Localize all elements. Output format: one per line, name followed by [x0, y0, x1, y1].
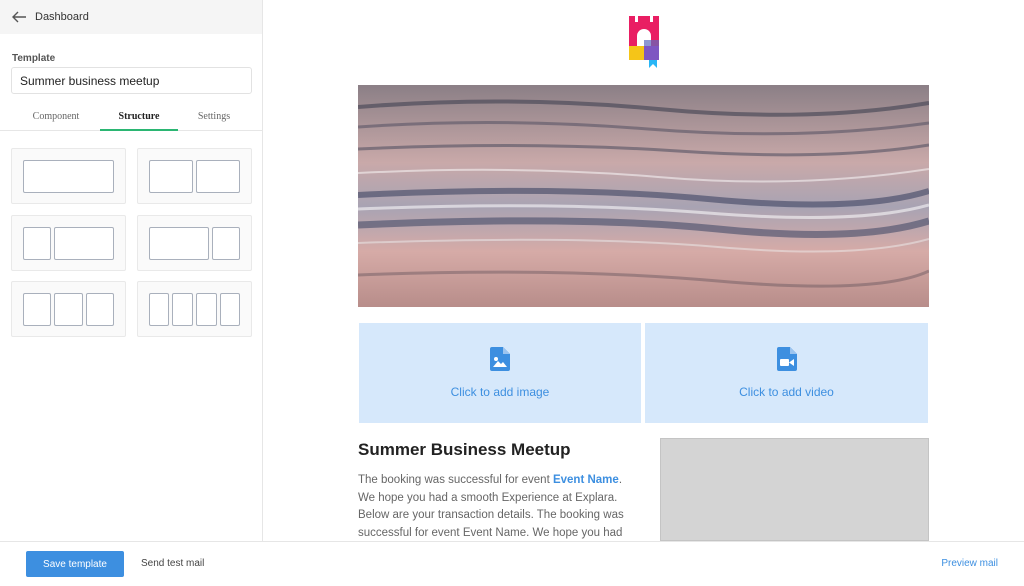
- sidebar-tabs: Component Structure Settings: [0, 104, 262, 131]
- tab-component[interactable]: Component: [15, 104, 97, 131]
- structure-column: [23, 293, 51, 326]
- template-label: Template: [12, 53, 56, 64]
- preview-mail-link[interactable]: Preview mail: [941, 558, 998, 569]
- body-text: The booking was successful for event: [358, 474, 553, 486]
- brand-logo: [629, 16, 659, 68]
- structure-column: [149, 293, 169, 326]
- tab-settings[interactable]: Settings: [181, 104, 247, 131]
- add-image-dropzone[interactable]: Click to add image: [359, 323, 641, 423]
- add-video-label: Click to add video: [739, 385, 834, 399]
- structure-column: [196, 293, 217, 326]
- structure-column: [23, 227, 51, 260]
- send-test-mail-link[interactable]: Send test mail: [141, 558, 204, 569]
- structure-1-column[interactable]: [11, 148, 126, 204]
- structure-column: [220, 293, 240, 326]
- video-file-icon: [776, 347, 797, 371]
- dashboard-label: Dashboard: [35, 11, 89, 23]
- structure-column: [86, 293, 114, 326]
- event-name-link[interactable]: Event Name: [553, 474, 619, 486]
- event-title: Summer Business Meetup: [358, 440, 571, 459]
- structure-column: [149, 227, 209, 260]
- template-name-input[interactable]: [11, 67, 252, 94]
- structure-column: [54, 227, 114, 260]
- image-placeholder-box[interactable]: [660, 438, 929, 541]
- structure-column: [172, 293, 193, 326]
- bottom-bar: Save template Send test mail Preview mai…: [0, 541, 1024, 586]
- structure-2-1-columns[interactable]: [137, 215, 252, 271]
- structure-column: [54, 293, 83, 326]
- tab-structure[interactable]: Structure: [100, 104, 178, 131]
- hero-beach-image: [358, 85, 929, 307]
- arrow-left-icon: [12, 11, 26, 23]
- image-file-icon: [490, 347, 510, 371]
- save-template-button[interactable]: Save template: [26, 551, 124, 577]
- structure-column: [149, 160, 193, 193]
- structure-column: [212, 227, 240, 260]
- structure-column: [23, 160, 114, 193]
- structure-3-columns[interactable]: [11, 281, 126, 337]
- add-video-dropzone[interactable]: Click to add video: [645, 323, 928, 423]
- sidebar: Dashboard Template Component Structure S…: [0, 0, 263, 541]
- back-to-dashboard[interactable]: Dashboard: [0, 0, 262, 34]
- add-image-label: Click to add image: [450, 385, 550, 399]
- structure-1-2-columns[interactable]: [11, 215, 126, 271]
- structure-column: [196, 160, 240, 193]
- structure-2-columns[interactable]: [137, 148, 252, 204]
- structure-4-columns[interactable]: [137, 281, 252, 337]
